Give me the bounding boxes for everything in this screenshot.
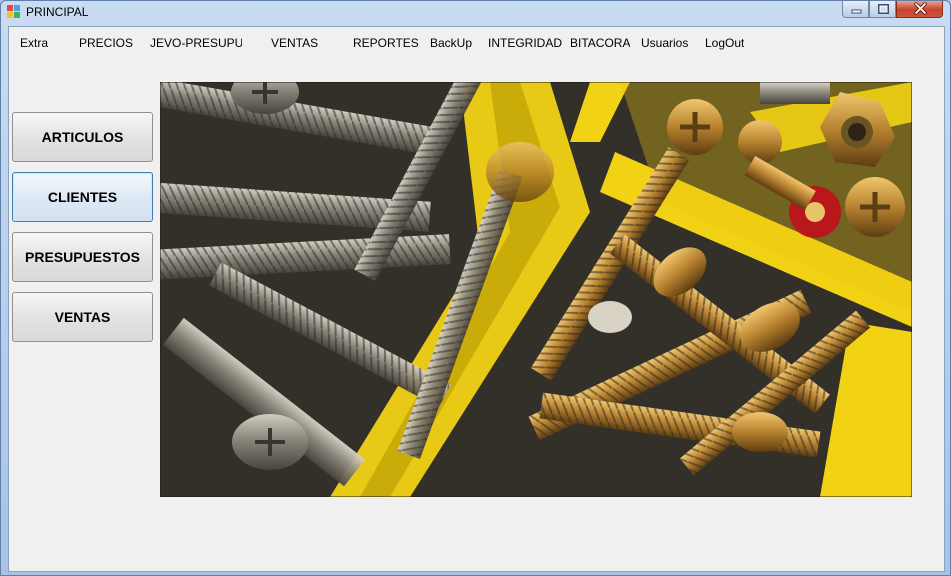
articulos-button[interactable]: ARTICULOS — [12, 112, 153, 162]
menu-ventas[interactable]: VENTAS — [271, 36, 318, 50]
menu-bar: Extra PRECIOS JEVO-PRESUPUEST VENTAS REP… — [9, 27, 944, 59]
maximize-icon — [878, 4, 889, 14]
menu-reportes[interactable]: REPORTES — [353, 36, 419, 50]
form-client-area: Extra PRECIOS JEVO-PRESUPUEST VENTAS REP… — [8, 26, 945, 572]
title-bar[interactable]: PRINCIPAL — [1, 1, 950, 25]
screws-photo — [160, 82, 912, 497]
menu-integridad[interactable]: INTEGRIDAD — [488, 36, 562, 50]
ventas-button[interactable]: VENTAS — [12, 292, 153, 342]
minimize-button[interactable] — [842, 1, 869, 18]
close-icon — [914, 2, 927, 15]
presupuestos-button[interactable]: PRESUPUESTOS — [12, 232, 153, 282]
menu-nuevo-presupuesto[interactable]: JEVO-PRESUPUEST — [150, 36, 242, 50]
clientes-button[interactable]: CLIENTES — [12, 172, 153, 222]
screws-photo-art — [160, 82, 912, 497]
menu-logout[interactable]: LogOut — [705, 36, 744, 50]
maximize-button[interactable] — [869, 1, 896, 18]
window-title: PRINCIPAL — [26, 5, 89, 19]
menu-usuarios[interactable]: Usuarios — [641, 36, 688, 50]
menu-precios[interactable]: PRECIOS — [79, 36, 133, 50]
main-window: PRINCIPAL Extra PRECIOS JEVO-PRESUPUEST … — [0, 0, 951, 576]
minimize-icon — [851, 9, 862, 14]
menu-extra[interactable]: Extra — [20, 36, 48, 50]
app-icon — [7, 5, 20, 18]
close-button[interactable] — [896, 1, 943, 18]
menu-backup[interactable]: BackUp — [430, 36, 472, 50]
menu-bitacora[interactable]: BITACORA — [570, 36, 630, 50]
